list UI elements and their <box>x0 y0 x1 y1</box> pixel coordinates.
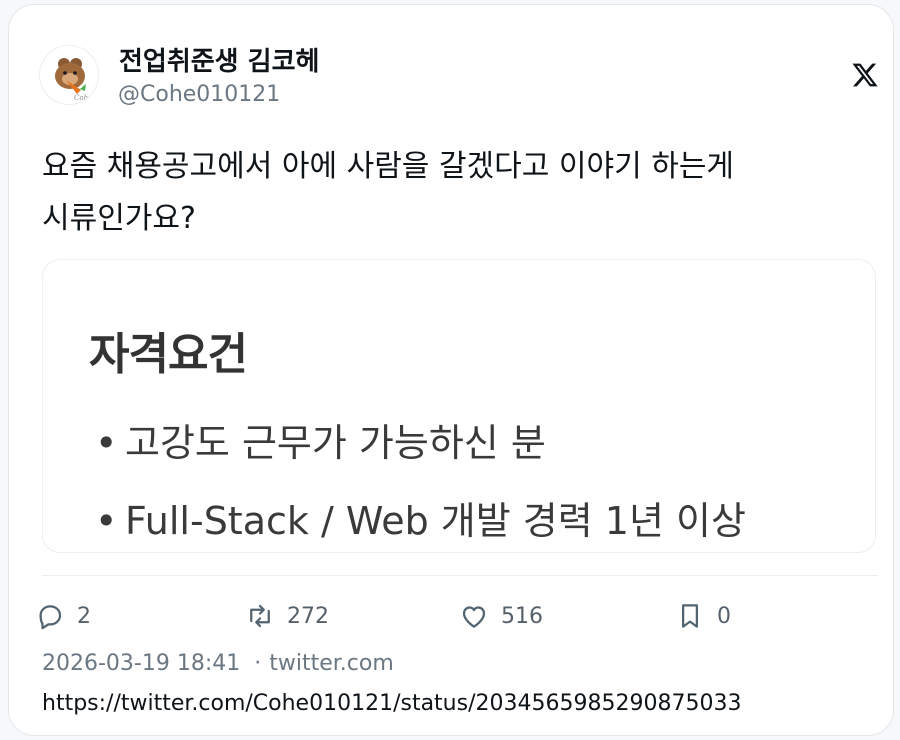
tweet-meta: 2026-03-19 18:41 · twitter.com <box>42 651 394 676</box>
image-bullet-item: • Full-Stack / Web 개발 경력 1년 이상 <box>95 490 746 545</box>
bookmark-icon <box>682 604 698 628</box>
tweet-card: Cohe 전업취준생 김코헤 @Cohe010121 요즘 채용공고에서 아에 … <box>8 4 894 736</box>
image-bullet-text: 고강도 근무가 가능하신 분 <box>125 421 546 465</box>
avatar[interactable]: Cohe <box>39 45 99 105</box>
bullet-glyph: • <box>95 499 118 543</box>
tweet-text-line: 시류인가요? <box>42 201 196 236</box>
display-name[interactable]: 전업취준생 김코헤 <box>119 41 319 78</box>
bookmark-count: 0 <box>717 603 731 629</box>
image-bullet-text: Full-Stack / Web 개발 경력 1년 이상 <box>125 499 746 543</box>
image-bullet-item: • 고강도 근무가 가능하신 분 <box>95 412 546 467</box>
attached-image[interactable]: 자격요건 • 고강도 근무가 가능하신 분 • Full-Stack / Web 개… <box>42 259 876 553</box>
x-logo-icon[interactable] <box>851 61 879 89</box>
timestamp[interactable]: 2026-03-19 18:41 <box>42 651 240 676</box>
user-handle[interactable]: @Cohe010121 <box>118 82 280 107</box>
image-heading: 자격요건 <box>89 329 248 380</box>
like-count: 516 <box>501 603 543 629</box>
avatar-caption: Cohe <box>74 94 92 102</box>
divider <box>42 575 878 576</box>
like-button[interactable]: 516 <box>459 599 543 633</box>
tweet-url[interactable]: https://twitter.com/Cohe010121/status/20… <box>42 691 741 716</box>
tweet-text-line: 요즘 채용공고에서 아에 사람을 갈겠다고 이야기 하는게 <box>42 149 735 184</box>
avatar-illustration: Cohe <box>55 58 92 102</box>
reply-count: 2 <box>77 603 91 629</box>
retweet-icon <box>250 604 270 628</box>
bullet-glyph: • <box>95 421 118 465</box>
retweet-count: 272 <box>287 603 329 629</box>
heart-icon <box>462 606 486 628</box>
meta-separator: · <box>254 651 262 676</box>
retweet-button[interactable]: 272 <box>245 599 329 633</box>
reply-button[interactable]: 2 <box>35 599 91 633</box>
bookmark-button[interactable]: 0 <box>675 599 731 633</box>
reply-icon <box>39 605 62 630</box>
tweet-text: 요즘 채용공고에서 아에 사람을 갈겠다고 이야기 하는게 시류인가요? <box>42 141 872 245</box>
source-link[interactable]: twitter.com <box>269 651 394 676</box>
